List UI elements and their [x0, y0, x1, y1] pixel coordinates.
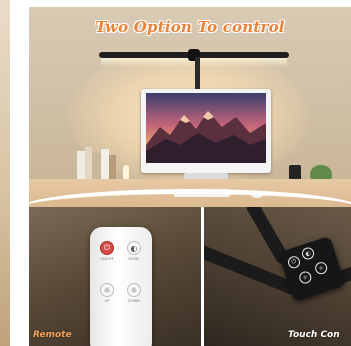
- brightness-down-icon[interactable]: ☼: [127, 283, 141, 297]
- curved-divider: [29, 189, 351, 229]
- power-icon[interactable]: ⏻: [100, 241, 114, 255]
- brightness-up-icon[interactable]: ☼: [100, 283, 114, 297]
- touch-mode-icon[interactable]: ◐: [300, 245, 316, 262]
- brightness-up-label: UP: [104, 299, 110, 303]
- mode-label: MODE: [128, 257, 140, 261]
- remote-control: ⏻ ON/OFF ◐ MODE ☼ UP ☼ DOWN: [90, 227, 152, 346]
- adjacent-image-edge: [0, 0, 10, 346]
- power-label: ON/OFF: [100, 257, 114, 261]
- headline: Two Option To control: [95, 18, 285, 36]
- touch-power-icon[interactable]: ⏻: [286, 254, 302, 270]
- mode-icon[interactable]: ◐: [127, 241, 141, 255]
- touch-up-icon[interactable]: ☼: [297, 269, 313, 286]
- touch-down-icon[interactable]: ☼: [313, 260, 329, 276]
- caption-touch: Touch Con: [288, 330, 340, 340]
- caption-remote: Remote: [33, 330, 72, 340]
- monitor-wallpaper: [146, 93, 266, 163]
- brightness-down-label: DOWN: [128, 299, 140, 303]
- monitor: [141, 89, 271, 173]
- product-image: Two Option To control ⏻ ON/OFF ◐ MODE ☼ …: [29, 7, 351, 346]
